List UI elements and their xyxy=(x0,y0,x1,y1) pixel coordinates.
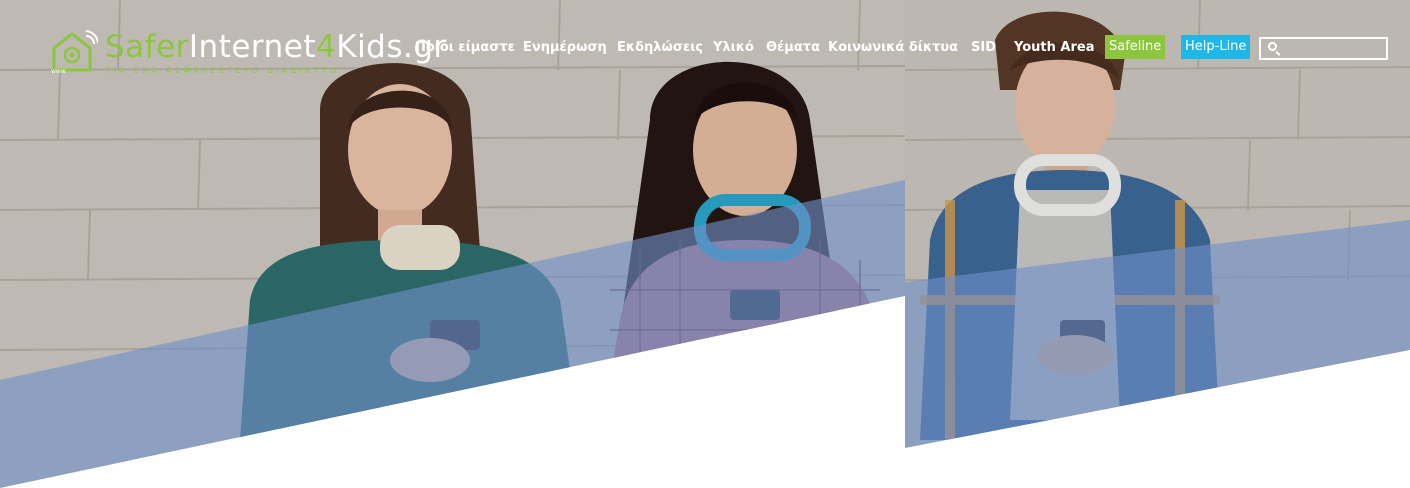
logo-wordmark: SaferInternet4Kids.gr xyxy=(105,29,447,65)
svg-text:www: www xyxy=(51,68,66,74)
search-box[interactable] xyxy=(1259,37,1388,60)
logo-house-icon: www xyxy=(51,30,98,74)
search-input[interactable] xyxy=(1283,39,1383,58)
search-icon[interactable] xyxy=(1268,42,1277,51)
nav-item-youth-area[interactable]: Youth Area xyxy=(1014,37,1094,59)
nav-item-topics[interactable]: Θέματα xyxy=(766,37,820,59)
nav-item-news[interactable]: Ενημέρωση xyxy=(523,37,607,59)
nav-item-who-we-are[interactable]: Ποιοι είμαστε xyxy=(415,37,515,59)
nav-item-social-networks[interactable]: Κοινωνικά δίκτυα xyxy=(828,37,958,59)
nav-item-events[interactable]: Εκδηλώσεις xyxy=(617,37,703,59)
helpline-button[interactable]: Help-Line xyxy=(1181,35,1251,59)
hero-banner: www SaferInternet4Kids.gr ΓΙΑ ΕΝΑ ΑΣΦΑΛΕ… xyxy=(0,0,1410,488)
logo-tagline: ΓΙΑ ΕΝΑ ΑΣΦΑΛΕΣΤΕΡΟ ΔΙΑΔΙΚΤΥΟ xyxy=(106,66,340,75)
nav-item-sid[interactable]: SID xyxy=(971,37,996,59)
right-photo-panel xyxy=(905,0,1410,448)
safeline-button[interactable]: Safeline xyxy=(1105,35,1166,59)
nav-item-material[interactable]: Υλικό xyxy=(713,37,754,59)
